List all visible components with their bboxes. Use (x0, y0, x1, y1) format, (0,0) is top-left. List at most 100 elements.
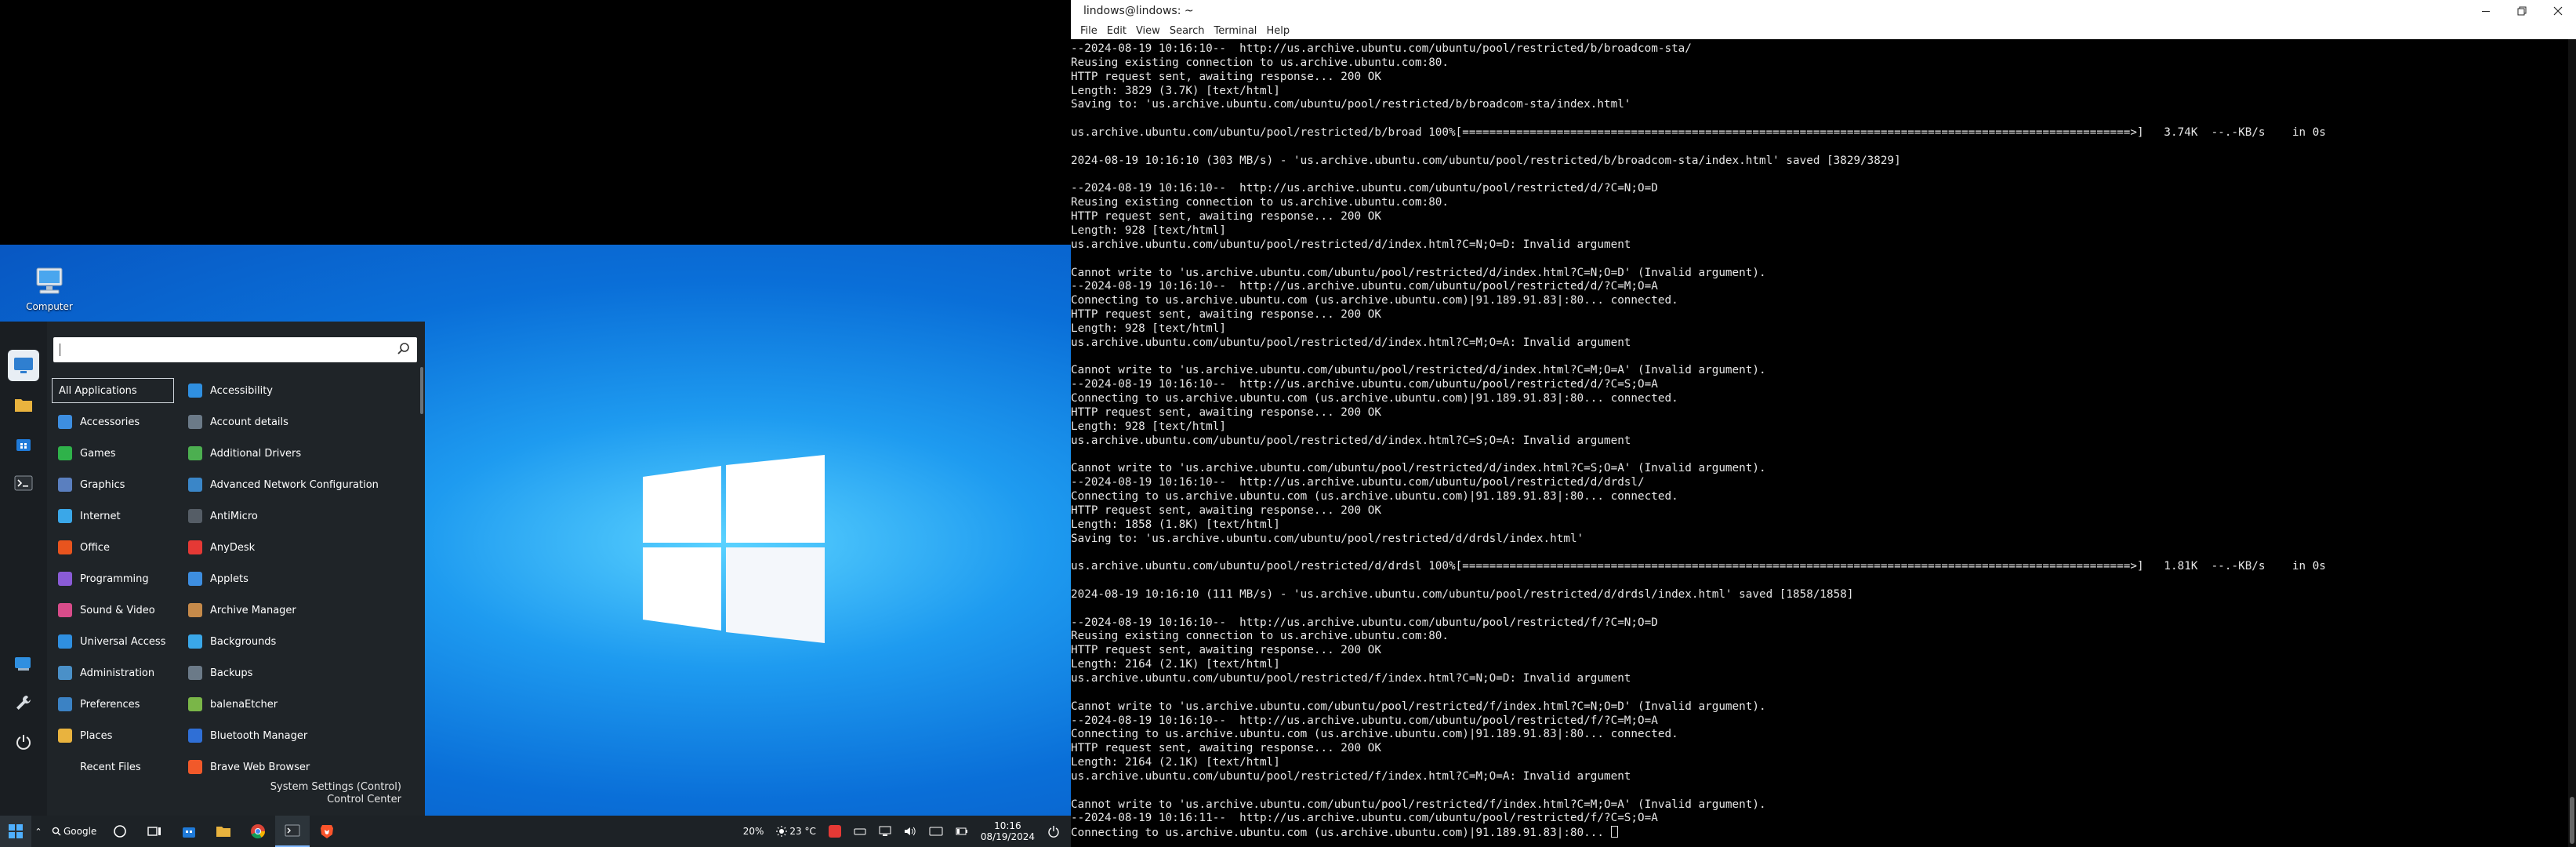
category-item[interactable]: Recent Files (52, 751, 174, 783)
category-item[interactable]: Administration (52, 657, 174, 689)
application-list-scrollbar[interactable] (420, 367, 423, 414)
terminal-line-text: --2024-08-19 10:16:10-- http://us.archiv… (1071, 42, 1692, 55)
app-icon (188, 603, 202, 617)
category-item[interactable]: Office (52, 532, 174, 563)
terminal-line: Reusing existing connection to us.archiv… (1071, 56, 2568, 71)
terminal-line-text: Length: 928 [text/html] (1071, 322, 1226, 335)
sidebar-terminal-button[interactable] (8, 467, 39, 499)
circle-icon (114, 825, 127, 838)
keyboard-icon[interactable] (929, 827, 943, 836)
category-item[interactable]: Games (52, 438, 174, 469)
terminal-line: Length: 928 [text/html] (1071, 322, 2568, 336)
sidebar-tools-button[interactable] (8, 687, 39, 718)
app-item[interactable]: AntiMicro (182, 500, 415, 532)
category-item[interactable]: Sound & Video (52, 594, 174, 626)
terminal-line: --2024-08-19 10:16:10-- http://us.archiv… (1071, 280, 2568, 294)
weather-widget[interactable]: 23 °C (776, 826, 816, 837)
google-search-button[interactable]: Google (45, 816, 103, 847)
start-menu: All Applications Accessories Games Graphics… (0, 322, 425, 816)
category-item[interactable]: All Applications (52, 378, 174, 403)
category-label: Preferences (80, 698, 140, 711)
sidebar-power-button[interactable] (8, 726, 39, 758)
category-icon (58, 666, 72, 680)
app-item[interactable]: Additional Drivers (182, 438, 415, 469)
wrench-icon (16, 696, 31, 710)
terminal-line: us.archive.ubuntu.com/ubuntu/pool/restri… (1071, 672, 2568, 686)
app-item[interactable]: Bluetooth Manager (182, 720, 415, 751)
start-menu-search-input[interactable] (53, 337, 417, 362)
sidebar-files-button[interactable] (8, 389, 39, 420)
terminal-line-text: Connecting to us.archive.ubuntu.com (us.… (1071, 294, 1678, 307)
tray-anydesk-icon[interactable] (828, 825, 841, 838)
menu-help[interactable]: Help (1261, 25, 1294, 37)
task-view-button[interactable] (137, 816, 172, 847)
app-item[interactable]: Advanced Network Configuration (182, 469, 415, 500)
menu-terminal[interactable]: Terminal (1209, 25, 1261, 37)
footer-control-center[interactable]: Control Center (270, 794, 401, 806)
category-item[interactable]: Accessories (52, 406, 174, 438)
taskbar-brave-app[interactable] (310, 816, 344, 847)
app-item[interactable]: Accessibility (182, 375, 415, 406)
menu-search[interactable]: Search (1165, 25, 1210, 37)
app-item[interactable]: Brave Web Browser (182, 751, 415, 783)
sidebar-user-button[interactable] (8, 350, 39, 381)
sidebar-store-button[interactable] (8, 428, 39, 460)
volume-icon[interactable] (904, 826, 916, 837)
category-item[interactable]: Universal Access (52, 626, 174, 657)
menu-file[interactable]: File (1076, 25, 1102, 37)
window-controls (2468, 0, 2576, 22)
battery-icon[interactable] (956, 827, 968, 836)
app-icon (188, 572, 202, 586)
app-item[interactable]: Backgrounds (182, 626, 415, 657)
app-item[interactable]: AnyDesk (182, 532, 415, 563)
usb-drive-icon[interactable] (854, 827, 866, 836)
terminal-menubar: File Edit View Search Terminal Help (1071, 22, 2576, 39)
terminal-line-text: us.archive.ubuntu.com/ubuntu/pool/restri… (1071, 560, 2326, 573)
app-label: AntiMicro (210, 510, 258, 522)
terminal-line-text: Cannot write to 'us.archive.ubuntu.com/u… (1071, 266, 1766, 279)
minimize-button[interactable] (2468, 0, 2504, 22)
app-label: Archive Manager (210, 604, 296, 616)
terminal-titlebar[interactable]: lindows@lindows: ~ (1071, 0, 2576, 22)
sidebar-settings-button[interactable] (8, 648, 39, 679)
maximize-button[interactable] (2504, 0, 2540, 22)
category-item[interactable]: Programming (52, 563, 174, 594)
category-item[interactable]: Graphics (52, 469, 174, 500)
power-icon[interactable] (1047, 825, 1060, 838)
category-icon (58, 572, 72, 586)
app-item[interactable]: Applets (182, 563, 415, 594)
footer-system-settings[interactable]: System Settings (Control) (270, 781, 401, 794)
category-item[interactable]: Internet (52, 500, 174, 532)
taskbar-store-app[interactable] (172, 816, 206, 847)
desktop-icon-label: Computer (26, 301, 73, 312)
clock[interactable]: 10:16 08/19/2024 (981, 820, 1035, 842)
taskbar-chrome-app[interactable] (241, 816, 275, 847)
terminal-output[interactable]: --2024-08-19 10:16:10-- http://us.archiv… (1071, 39, 2568, 847)
network-icon[interactable] (879, 826, 891, 837)
terminal-line: 2024-08-19 10:16:10 (111 MB/s) - 'us.arc… (1071, 588, 2568, 602)
taskbar-terminal-app[interactable] (275, 816, 310, 847)
category-item[interactable]: Places (52, 720, 174, 751)
app-item[interactable]: balenaEtcher (182, 689, 415, 720)
start-button[interactable] (0, 816, 31, 847)
app-item[interactable]: Archive Manager (182, 594, 415, 626)
terminal-scrollbar[interactable] (2568, 39, 2576, 847)
category-item[interactable]: Preferences (52, 689, 174, 720)
search-icon[interactable] (397, 342, 411, 356)
app-item[interactable]: Backups (182, 657, 415, 689)
desktop-icon-computer[interactable]: Computer (22, 267, 77, 312)
cortana-button[interactable] (103, 816, 137, 847)
menu-view[interactable]: View (1131, 25, 1165, 37)
app-icon (188, 509, 202, 523)
close-button[interactable] (2540, 0, 2576, 22)
terminal-line-text: --2024-08-19 10:16:10-- http://us.archiv… (1071, 280, 1658, 293)
taskbar-files-app[interactable] (206, 816, 241, 847)
app-item[interactable]: Account details (182, 406, 415, 438)
terminal-line: Cannot write to 'us.archive.ubuntu.com/u… (1071, 798, 2568, 812)
menu-edit[interactable]: Edit (1102, 25, 1131, 37)
battery-percent[interactable]: 20% (743, 826, 764, 837)
chevron-up-icon[interactable]: ⌃ (31, 816, 45, 847)
scrollbar-thumb[interactable] (2570, 797, 2574, 844)
